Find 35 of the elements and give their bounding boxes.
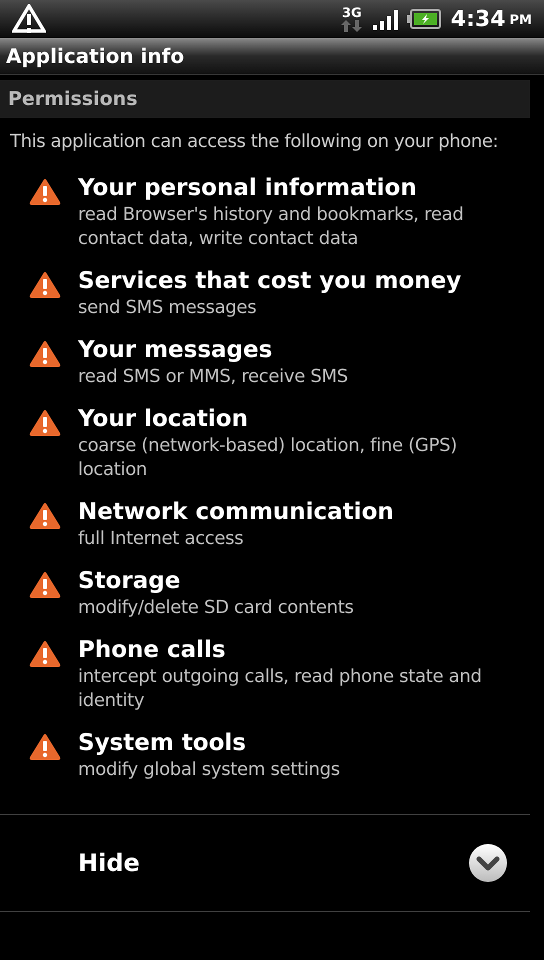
permission-title: Phone calls xyxy=(78,636,227,665)
warning-icon xyxy=(28,732,62,762)
clock-meridiem: PM xyxy=(510,12,532,30)
signal-icon xyxy=(372,8,399,30)
permission-description: send SMS messages xyxy=(78,296,258,320)
data-arrows-icon xyxy=(340,20,363,32)
permission-title: Services that cost you money xyxy=(78,267,462,296)
permission-title: Network communication xyxy=(78,498,394,527)
permission-title: Your personal information xyxy=(78,174,418,203)
permission-description: full Internet access xyxy=(78,527,244,551)
permission-description: coarse (network-based) location, fine (GPS) location xyxy=(78,434,458,482)
intro-text: This application can access the following on your phone: xyxy=(9,130,500,154)
warning-icon xyxy=(28,570,62,600)
warning-icon xyxy=(28,339,62,369)
warning-icon xyxy=(12,4,46,34)
permission-title: Your location xyxy=(78,405,249,434)
hide-row[interactable]: Hide xyxy=(0,814,530,912)
permission-title: Your messages xyxy=(78,336,274,365)
permission-description: modify global system settings xyxy=(78,758,340,782)
clock: 4:34 xyxy=(450,6,506,34)
warning-icon xyxy=(28,639,62,669)
permission-title: System tools xyxy=(78,729,247,758)
battery-charging-icon xyxy=(406,9,441,29)
warning-icon xyxy=(28,501,62,531)
permission-description: intercept outgoing calls, read phone state and identity xyxy=(78,665,483,713)
permission-description: read SMS or MMS, receive SMS xyxy=(78,365,348,389)
window-title: Application info xyxy=(0,38,544,75)
warning-icon xyxy=(28,408,62,438)
warning-icon xyxy=(28,270,62,300)
section-header: Permissions xyxy=(0,80,530,118)
network-type: 3G xyxy=(342,6,362,20)
permission-description: modify/delete SD card contents xyxy=(78,596,354,620)
warning-icon xyxy=(28,177,62,207)
permission-title: Storage xyxy=(78,567,182,596)
permission-description: read Browser's history and bookmarks, read contact data, write contact data xyxy=(78,203,464,251)
